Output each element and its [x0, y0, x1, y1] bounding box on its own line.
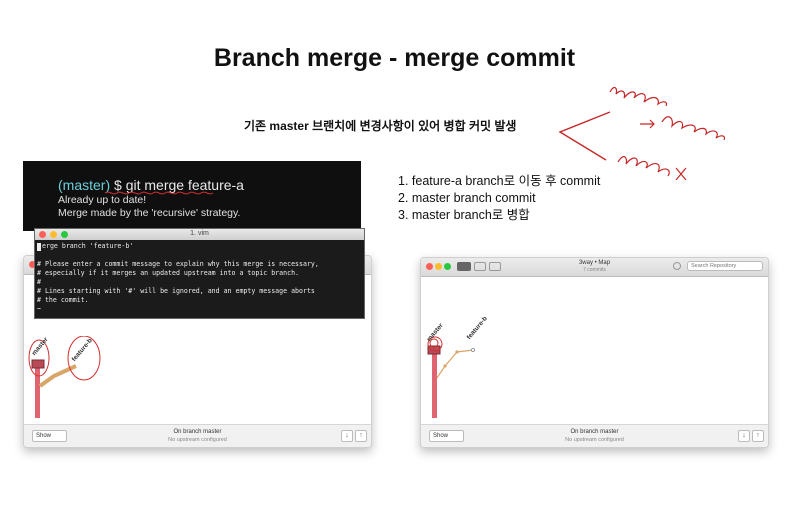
vim-window: 1. vim erge branch 'feature-b' # Please …	[34, 228, 365, 319]
handwritten-annotation	[558, 86, 726, 180]
push-button[interactable]: ↑	[355, 430, 367, 442]
upstream-status-text: No upstream configured	[168, 437, 227, 443]
slide-title: Branch merge - merge commit	[213, 44, 576, 72]
terminal-line: Merge made by the 'recursive' strategy.	[58, 207, 241, 219]
vim-line[interactable]: # especially if it merges an updated ups…	[37, 269, 299, 277]
vim-line[interactable]: # Please enter a commit message to expla…	[37, 260, 319, 268]
vim-titlebar: 1. vim	[35, 229, 364, 240]
slide-subtitle: 기존 master 브랜치에 변경사항이 있어 병합 커밋 발생	[244, 119, 517, 133]
terminal-output: (master) $ git merge feature-a Already u…	[23, 161, 361, 231]
upstream-status-text: No upstream configured	[565, 437, 624, 443]
vim-cursor	[37, 243, 41, 251]
steps-list: 1. feature-a branch로 이동 후 commit 2. mast…	[398, 173, 600, 224]
vim-line[interactable]: #	[37, 278, 41, 286]
window-footer: Show On branch master No upstream config…	[421, 424, 768, 447]
vim-line[interactable]: # Lines starting with '#' will be ignore…	[37, 287, 315, 295]
step-item: 3. master branch로 병합	[398, 208, 530, 222]
vim-line[interactable]: # the commit.	[37, 296, 89, 304]
pull-button[interactable]: ↓	[738, 430, 750, 442]
pull-button[interactable]: ↓	[341, 430, 353, 442]
clock-icon[interactable]	[673, 262, 681, 270]
search-input[interactable]	[687, 261, 763, 271]
branch-status: On branch master No upstream configured	[24, 428, 371, 444]
push-button[interactable]: ↑	[752, 430, 764, 442]
step-item: 2. master branch commit	[398, 191, 536, 205]
window-titlebar: 3way • Map 7 commits	[421, 258, 768, 277]
commit-graph	[427, 336, 476, 418]
branch-status-text: On branch master	[570, 429, 619, 435]
vim-title: 1. vim	[190, 230, 209, 237]
branch-status: On branch master No upstream configured	[421, 428, 768, 444]
git-map-window-right: 3way • Map 7 commits master feature-b Sh…	[420, 257, 769, 448]
branch-status-text: On branch master	[173, 429, 222, 435]
vim-line[interactable]: erge branch 'feature-b'	[42, 242, 133, 250]
vim-line[interactable]: ~	[37, 305, 41, 313]
window-footer: Show On branch master No upstream config…	[24, 424, 371, 447]
handwritten-underline	[104, 191, 214, 195]
